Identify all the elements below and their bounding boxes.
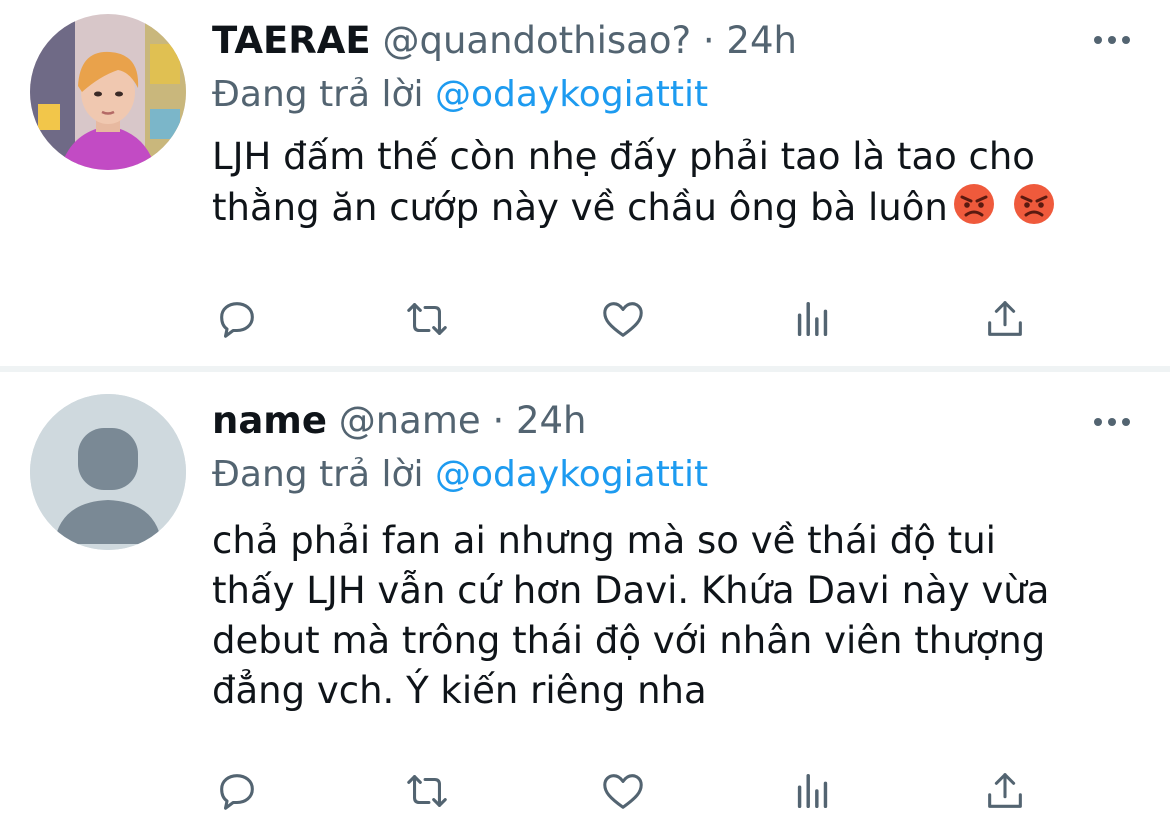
retweet-icon[interactable] <box>402 766 452 816</box>
display-name[interactable]: TAERAE <box>212 19 371 62</box>
tweet-actions <box>212 766 1072 816</box>
analytics-icon[interactable] <box>788 294 838 344</box>
angry-face-emoji <box>953 184 994 224</box>
replying-to: Đang trả lời @odaykogiattit <box>212 70 708 120</box>
tweet-text-content: LJH đấm thế còn nhẹ đấy phải tao là tao … <box>212 135 1035 229</box>
more-options-icon[interactable] <box>1092 30 1132 50</box>
replying-label: Đang trả lời <box>212 74 424 115</box>
default-avatar-icon <box>30 394 186 550</box>
display-name[interactable]: name <box>212 399 327 442</box>
like-icon[interactable] <box>598 766 648 816</box>
separator: · <box>492 399 505 442</box>
reply-icon[interactable] <box>212 766 262 816</box>
handle[interactable]: @quandothisao? <box>382 19 691 62</box>
avatar[interactable] <box>30 14 186 170</box>
tweet[interactable]: name @name · 24h Đang trả lời @odaykogia… <box>0 372 1170 834</box>
more-options-icon[interactable] <box>1092 412 1132 432</box>
timestamp[interactable]: 24h <box>726 19 797 62</box>
retweet-icon[interactable] <box>402 294 452 344</box>
share-icon[interactable] <box>980 766 1030 816</box>
analytics-icon[interactable] <box>788 766 838 816</box>
mention-link[interactable]: @odaykogiattit <box>435 454 708 495</box>
tweet-header: TAERAE @quandothisao? · 24h <box>212 16 797 66</box>
replying-label: Đang trả lời <box>212 454 424 495</box>
mention-link[interactable]: @odaykogiattit <box>435 74 708 115</box>
tweet-text: chả phải fan ai nhưng mà so về thái độ t… <box>212 519 1050 712</box>
replying-to: Đang trả lời @odaykogiattit <box>212 450 708 500</box>
tweet[interactable]: TAERAE @quandothisao? · 24h Đang trả lời… <box>0 0 1170 366</box>
angry-face-emoji <box>1013 184 1054 224</box>
tweet-text: LJH đấm thế còn nhẹ đấy phải tao là tao … <box>212 132 1112 233</box>
share-icon[interactable] <box>980 294 1030 344</box>
timestamp[interactable]: 24h <box>516 399 587 442</box>
like-icon[interactable] <box>598 294 648 344</box>
separator: · <box>702 19 715 62</box>
handle[interactable]: @name <box>339 399 481 442</box>
tweet-actions <box>212 294 1072 344</box>
reply-icon[interactable] <box>212 294 262 344</box>
avatar[interactable] <box>30 394 186 550</box>
profile-photo <box>30 14 186 170</box>
tweet-header: name @name · 24h <box>212 396 587 446</box>
